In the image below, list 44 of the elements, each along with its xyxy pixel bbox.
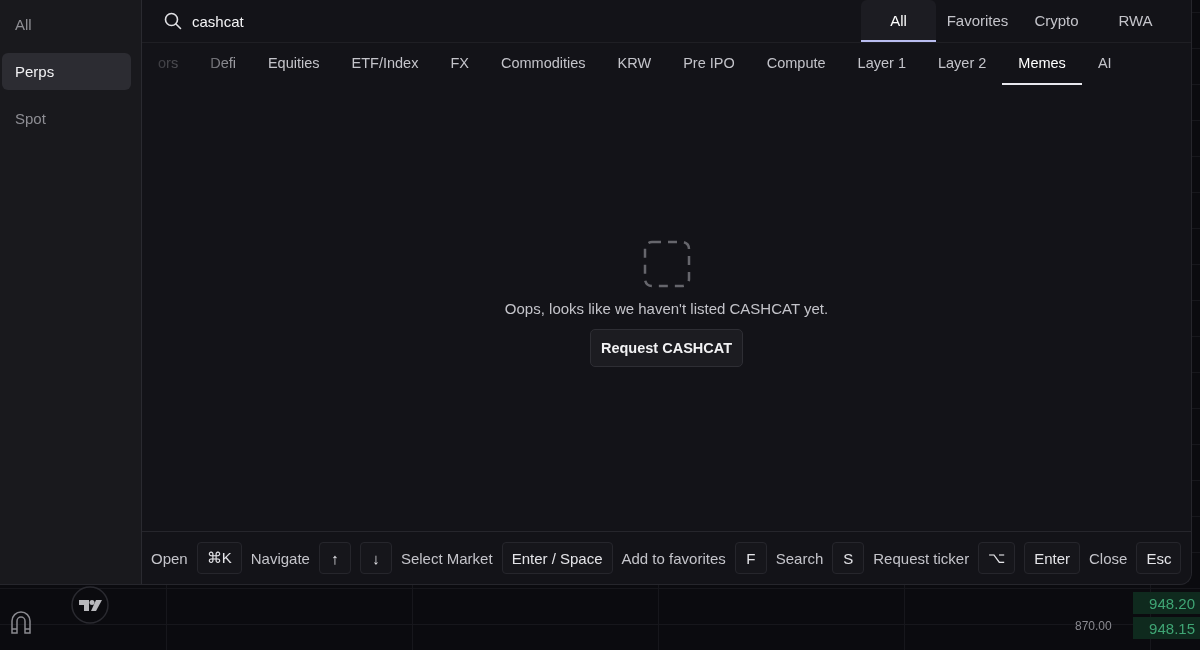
- category-tab[interactable]: Layer 1: [841, 43, 922, 85]
- key-hint: ↓: [359, 542, 392, 574]
- key-hint: Enter / Space: [501, 542, 613, 574]
- key-hint: ⌘K: [196, 542, 242, 574]
- shortcut-label: Add to favorites: [621, 549, 726, 567]
- category-tab[interactable]: Pre IPO: [667, 43, 751, 85]
- key-hint: ⌥: [978, 542, 1016, 574]
- category-tab[interactable]: Commodities: [484, 43, 602, 85]
- category-tab[interactable]: FX: [434, 43, 485, 85]
- key-hint: Enter: [1024, 542, 1080, 574]
- key-hint: ↑: [318, 542, 351, 574]
- magnet-icon[interactable]: [10, 611, 32, 635]
- market-tab[interactable]: Crypto: [1019, 0, 1094, 42]
- sidebar-item[interactable]: Perps: [2, 53, 131, 90]
- shortcut-label: Navigate: [250, 549, 310, 567]
- category-tab[interactable]: AI: [1081, 43, 1128, 85]
- key-hint: S: [832, 542, 865, 574]
- shortcut-label: Search: [775, 549, 824, 567]
- shortcut-label: Select Market: [400, 549, 493, 567]
- empty-message: Oops, looks like we haven't listed CASHCAT yet.: [504, 299, 829, 317]
- shortcut-label: Open: [151, 549, 188, 567]
- category-tab[interactable]: Defi: [194, 43, 252, 85]
- market-tab[interactable]: RWA: [1098, 0, 1173, 42]
- shortcut-label: Request ticker: [873, 549, 970, 567]
- sidebar-item[interactable]: Spot: [2, 100, 131, 137]
- order-book-price: 948.15: [1133, 617, 1200, 639]
- category-tab[interactable]: ETF/Index: [335, 43, 435, 85]
- price-axis-label: 870.00: [1075, 619, 1112, 633]
- market-tab[interactable]: Favorites: [940, 0, 1015, 42]
- search-icon: [164, 12, 182, 30]
- order-book-price: 948.20: [1133, 592, 1200, 614]
- category-tab[interactable]: KRW: [601, 43, 668, 85]
- shortcut-label: Close: [1089, 549, 1128, 567]
- search-field[interactable]: cashcat: [192, 12, 392, 30]
- request-button[interactable]: Request CASHCAT: [589, 328, 743, 367]
- category-tab[interactable]: Layer 2: [921, 43, 1003, 85]
- category-tab[interactable]: Compute: [750, 43, 842, 85]
- market-tab[interactable]: All: [861, 0, 936, 42]
- key-hint: Esc: [1136, 542, 1182, 574]
- empty-placeholder-icon: [642, 239, 691, 288]
- key-hint: F: [734, 542, 767, 574]
- category-tab[interactable]: Memes: [1002, 43, 1082, 85]
- category-tab[interactable]: Equities: [251, 43, 336, 85]
- sidebar-item[interactable]: All: [2, 6, 131, 43]
